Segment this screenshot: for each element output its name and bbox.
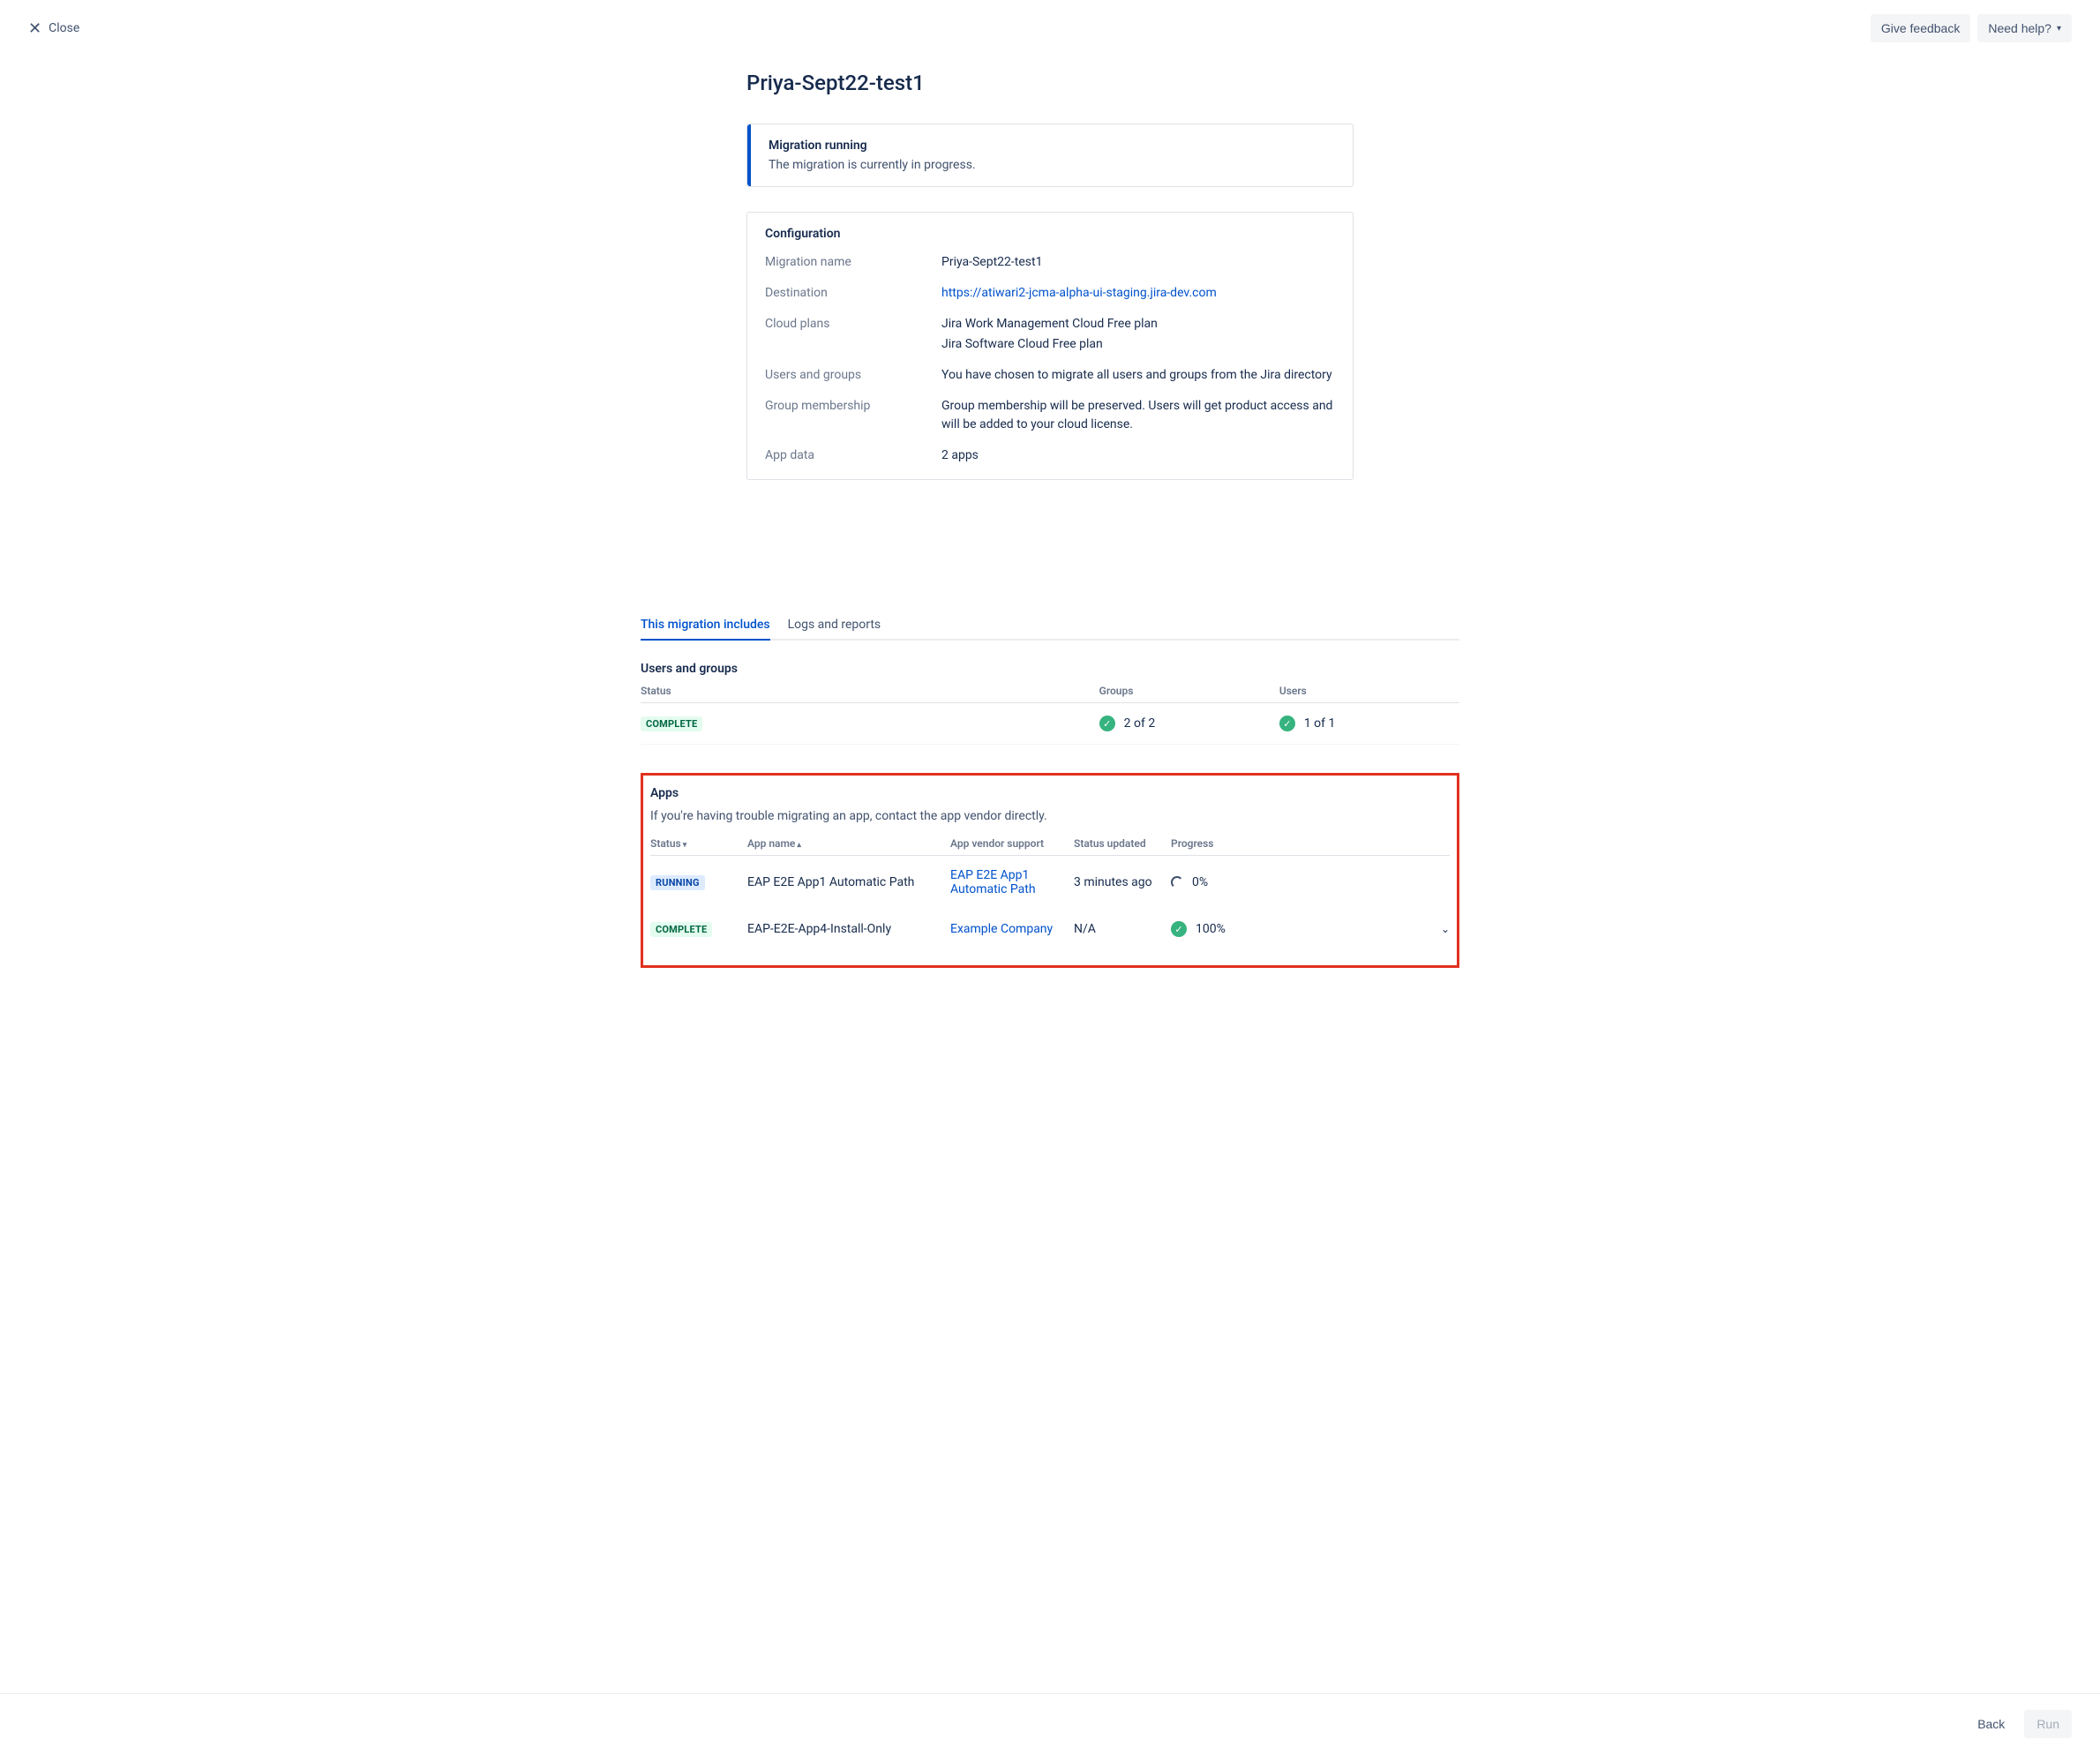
table-row: RUNNING EAP E2E App1 Automatic Path EAP … <box>650 856 1450 909</box>
info-panel-desc: The migration is currently in progress. <box>769 158 976 172</box>
sort-icon: ▾ <box>683 841 687 850</box>
config-value-app-data: 2 apps <box>941 446 979 465</box>
users-value: 1 of 1 <box>1304 716 1336 731</box>
migration-status-panel: Migration running The migration is curre… <box>746 124 1354 187</box>
config-value-users-groups: You have chosen to migrate all users and… <box>941 366 1332 385</box>
apps-hint: If you're having trouble migrating an ap… <box>650 809 1450 823</box>
config-value-group-membership: Group membership will be preserved. User… <box>941 397 1335 434</box>
check-circle-icon: ✓ <box>1099 716 1115 731</box>
status-badge: COMPLETE <box>650 922 712 937</box>
config-label-cloud-plans: Cloud plans <box>765 315 941 354</box>
progress-value: 0% <box>1192 875 1208 889</box>
users-groups-table: Status Groups Users COMPLETE ✓ 2 of 2 ✓ … <box>641 685 1459 745</box>
config-value-cloud-plans-1: Jira Work Management Cloud Free plan <box>941 315 1158 334</box>
config-title: Configuration <box>765 227 1335 241</box>
check-circle-icon: ✓ <box>1171 921 1187 937</box>
configuration-panel: Configuration Migration name Priya-Sept2… <box>746 212 1354 480</box>
groups-value: 2 of 2 <box>1124 716 1156 731</box>
table-row: COMPLETE EAP-E2E-App4-Install-Only Examp… <box>650 909 1450 949</box>
apps-highlight-box: Apps If you're having trouble migrating … <box>641 773 1459 968</box>
run-button: Run <box>2024 1710 2072 1738</box>
tabs: This migration includes Logs and reports <box>641 611 1459 641</box>
sort-icon: ▴ <box>797 841 801 850</box>
destination-link[interactable]: https://atiwari2-jcma-alpha-ui-staging.j… <box>941 286 1217 300</box>
apps-header-updated[interactable]: Status updated <box>1074 837 1171 850</box>
status-updated: N/A <box>1074 922 1171 936</box>
ug-header-groups: Groups <box>1099 685 1279 697</box>
config-label-destination: Destination <box>765 284 941 303</box>
tab-logs-reports[interactable]: Logs and reports <box>788 611 881 641</box>
chevron-down-icon: ▾ <box>2057 24 2061 34</box>
app-name: EAP E2E App1 Automatic Path <box>747 875 950 889</box>
app-name: EAP-E2E-App4-Install-Only <box>747 922 950 936</box>
apps-header-status[interactable]: Status <box>650 837 681 850</box>
config-label-migration-name: Migration name <box>765 253 941 272</box>
config-label-users-groups: Users and groups <box>765 366 941 385</box>
close-icon: ✕ <box>28 19 41 38</box>
need-help-button[interactable]: Need help? ▾ <box>1977 14 2072 42</box>
config-value-migration-name: Priya-Sept22-test1 <box>941 253 1042 272</box>
close-label: Close <box>49 21 79 35</box>
progress-value: 100% <box>1196 922 1226 936</box>
expand-row-button[interactable]: ⌄ <box>1441 923 1450 935</box>
config-label-group-membership: Group membership <box>765 397 941 434</box>
apps-header-app-name[interactable]: App name <box>747 837 795 850</box>
config-label-app-data: App data <box>765 446 941 465</box>
spinner-icon <box>1171 876 1183 888</box>
vendor-link[interactable]: Example Company <box>950 922 1053 936</box>
status-badge: COMPLETE <box>641 716 702 731</box>
apps-header-vendor[interactable]: App vendor support <box>950 837 1074 850</box>
users-groups-title: Users and groups <box>641 662 1459 676</box>
apps-title: Apps <box>650 786 1450 800</box>
config-value-cloud-plans-2: Jira Software Cloud Free plan <box>941 335 1158 354</box>
info-panel-title: Migration running <box>769 139 976 153</box>
footer-bar: Back Run <box>0 1693 2100 1754</box>
check-circle-icon: ✓ <box>1279 716 1295 731</box>
ug-header-status: Status <box>641 685 1099 697</box>
ug-header-users: Users <box>1279 685 1459 697</box>
close-button[interactable]: ✕ Close <box>28 19 79 38</box>
vendor-link[interactable]: EAP E2E App1 Automatic Path <box>950 868 1036 896</box>
status-updated: 3 minutes ago <box>1074 875 1171 889</box>
back-button[interactable]: Back <box>1965 1710 2017 1738</box>
table-row: COMPLETE ✓ 2 of 2 ✓ 1 of 1 <box>641 703 1459 745</box>
apps-header-progress[interactable]: Progress <box>1171 837 1423 850</box>
status-badge: RUNNING <box>650 875 705 890</box>
page-title: Priya-Sept22-test1 <box>746 71 1354 95</box>
tab-this-migration[interactable]: This migration includes <box>641 611 770 641</box>
give-feedback-button[interactable]: Give feedback <box>1871 14 1971 42</box>
